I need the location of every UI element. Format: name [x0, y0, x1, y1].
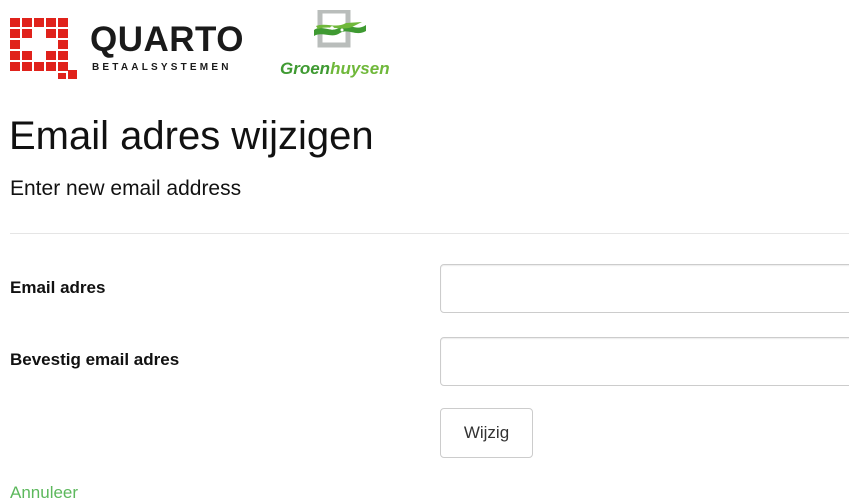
page-title: Email adres wijzigen [9, 114, 374, 158]
confirm-email-field[interactable] [440, 337, 849, 386]
email-field[interactable] [440, 264, 849, 313]
quarto-logo-subtitle: BETAALSYSTEMEN [92, 62, 232, 73]
quarto-logo-mark [10, 18, 77, 79]
submit-button[interactable]: Wijzig [440, 408, 533, 458]
cancel-link[interactable]: Annuleer [10, 483, 78, 500]
groenhuysen-logo-word-part2: huysen [330, 59, 390, 78]
confirm-email-label: Bevestig email adres [10, 350, 180, 369]
groenhuysen-logo-mark [314, 10, 366, 48]
divider [10, 233, 849, 234]
groenhuysen-logo-word: Groenhuysen [280, 60, 390, 77]
email-label: Email adres [10, 278, 106, 297]
page: QUARTO BETAALSYSTEMEN Groenhuysen Email … [0, 0, 849, 500]
quarto-logo: QUARTO BETAALSYSTEMEN [10, 18, 250, 80]
groenhuysen-logo-word-part1: Groen [280, 59, 331, 78]
groenhuysen-logo: Groenhuysen [278, 10, 418, 80]
quarto-logo-word: QUARTO [90, 20, 245, 59]
page-subtitle: Enter new email address [10, 177, 242, 200]
